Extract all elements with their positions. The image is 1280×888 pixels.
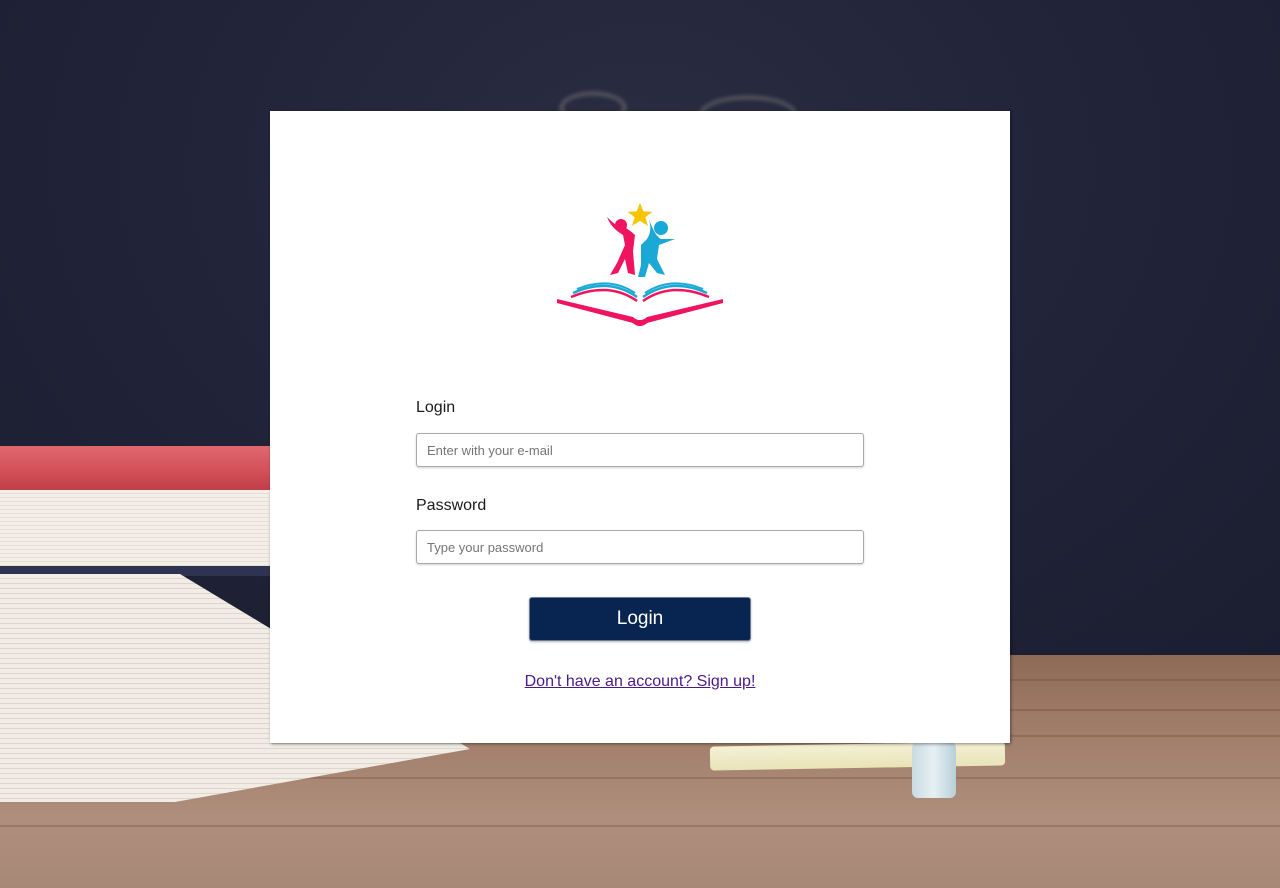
password-label: Password xyxy=(416,497,487,514)
login-button[interactable]: Login xyxy=(529,597,751,641)
children-reading-book-logo-icon xyxy=(555,201,725,326)
login-card: Login Password Login Don't have an accou… xyxy=(270,111,1010,743)
chalk-stick xyxy=(709,741,1006,771)
email-input[interactable] xyxy=(416,433,864,467)
signup-link[interactable]: Don't have an account? Sign up! xyxy=(525,673,756,690)
red-book-pages xyxy=(0,490,300,570)
signup-link-container: Don't have an account? Sign up! xyxy=(270,673,1010,691)
login-label: Login xyxy=(416,399,456,416)
password-input[interactable] xyxy=(416,530,864,564)
red-book-cover xyxy=(0,446,300,494)
chalk-piece xyxy=(912,742,956,798)
